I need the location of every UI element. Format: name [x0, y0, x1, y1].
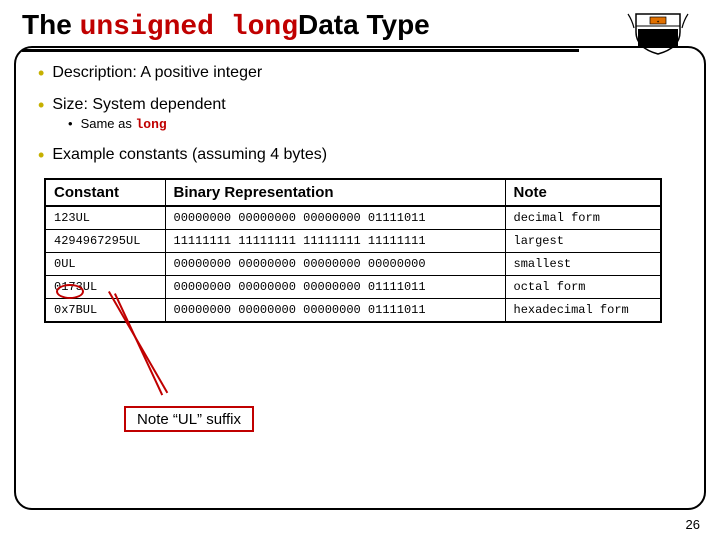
- cell-binary: 00000000 00000000 00000000 01111011: [165, 299, 505, 323]
- bullet-size-text: Size: System dependent: [52, 96, 225, 114]
- cell-note: smallest: [505, 253, 661, 276]
- bullet-example: Example constants (assuming 4 bytes): [38, 146, 692, 164]
- title-rule: [22, 49, 579, 52]
- cell-binary: 00000000 00000000 00000000 01111011: [165, 206, 505, 230]
- th-note: Note: [505, 179, 661, 206]
- cell-note: octal form: [505, 276, 661, 299]
- ul-circle-annotation: [56, 284, 84, 299]
- cell-constant: 4294967295UL: [45, 230, 165, 253]
- bullet-size: Size: System dependent: [38, 96, 692, 114]
- crest-logo: ✦: [626, 10, 690, 56]
- table-row: 123UL 00000000 00000000 00000000 0111101…: [45, 206, 661, 230]
- cell-binary: 00000000 00000000 00000000 00000000: [165, 253, 505, 276]
- title-post: Data Type: [298, 9, 430, 40]
- table-row: 4294967295UL 11111111 11111111 11111111 …: [45, 230, 661, 253]
- ul-suffix-note-text: Note “UL” suffix: [137, 411, 241, 428]
- bullet-size-sub: Same as long: [68, 116, 692, 132]
- table-header-row: Constant Binary Representation Note: [45, 179, 661, 206]
- cell-constant: 0UL: [45, 253, 165, 276]
- title-pre: The: [22, 9, 80, 40]
- cell-constant: 123UL: [45, 206, 165, 230]
- cell-constant: 0x7BUL: [45, 299, 165, 323]
- long-keyword: long: [135, 117, 166, 132]
- slide-content: Description: A positive integer Size: Sy…: [28, 64, 692, 323]
- th-binary: Binary Representation: [165, 179, 505, 206]
- cell-binary: 11111111 11111111 11111111 11111111: [165, 230, 505, 253]
- cell-note: largest: [505, 230, 661, 253]
- bullet-size-sub-pre: Same as: [81, 116, 136, 131]
- table-row: 0UL 00000000 00000000 00000000 00000000 …: [45, 253, 661, 276]
- th-constant: Constant: [45, 179, 165, 206]
- slide-title: The unsigned longData Type: [22, 8, 562, 52]
- bullet-description-text: Description: A positive integer: [52, 64, 262, 82]
- bullet-example-text: Example constants (assuming 4 bytes): [52, 146, 327, 164]
- table-row: 0173UL 00000000 00000000 00000000 011110…: [45, 276, 661, 299]
- cell-binary: 00000000 00000000 00000000 01111011: [165, 276, 505, 299]
- bullet-description: Description: A positive integer: [38, 64, 692, 82]
- ul-suffix-note: Note “UL” suffix: [124, 406, 254, 432]
- page-number: 26: [686, 517, 700, 532]
- cell-note: decimal form: [505, 206, 661, 230]
- table-row: 0x7BUL 00000000 00000000 00000000 011110…: [45, 299, 661, 323]
- constants-table: Constant Binary Representation Note 123U…: [44, 178, 662, 323]
- cell-note: hexadecimal form: [505, 299, 661, 323]
- title-keyword: unsigned long: [80, 12, 298, 43]
